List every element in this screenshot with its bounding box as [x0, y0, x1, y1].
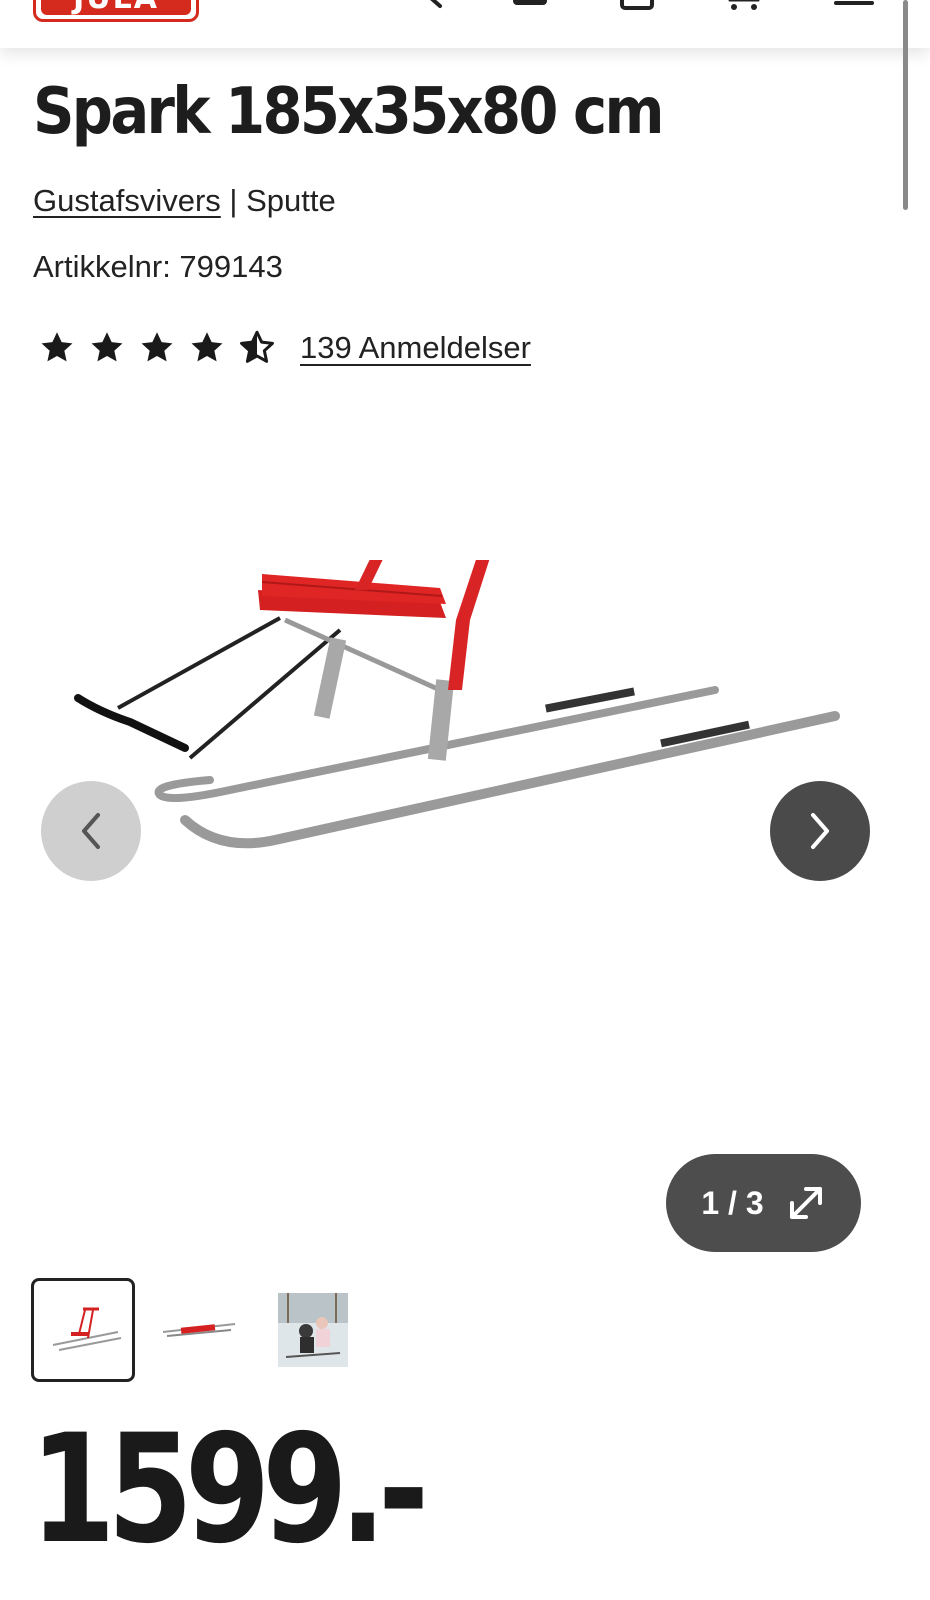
gallery-counter-button[interactable]: 1 / 3	[666, 1154, 861, 1252]
cart-icon[interactable]	[722, 0, 768, 12]
gallery-prev-button[interactable]	[41, 781, 141, 881]
brand-line: Gustafsvivers | Sputte	[33, 183, 336, 219]
kicksled-snow-thumbnail	[278, 1293, 348, 1367]
scrollbar[interactable]	[903, 0, 908, 210]
star-full-icon	[191, 332, 223, 362]
thumbnail-strip	[31, 1278, 363, 1382]
star-rating	[38, 330, 276, 366]
kicksled-side-thumbnail	[52, 1307, 122, 1351]
product-gallery[interactable]: 1 / 3	[0, 430, 930, 1270]
thumbnail-3[interactable]	[263, 1280, 363, 1380]
product-title: Spark 185x35x80 cm	[33, 75, 665, 149]
star-half-icon	[240, 330, 274, 363]
site-header: JULA	[0, 0, 930, 48]
thumbnail-2[interactable]	[149, 1280, 249, 1380]
star-full-icon	[141, 332, 173, 362]
brand-link[interactable]: Gustafsvivers	[33, 183, 221, 218]
jula-logo[interactable]: JULA	[33, 0, 199, 22]
search-icon[interactable]	[410, 0, 450, 10]
brand-separator: |	[220, 183, 247, 218]
rating-row[interactable]: 139 Anmeldelser	[38, 330, 531, 366]
thumbnail-1[interactable]	[31, 1278, 135, 1382]
category-label: Sputte	[246, 183, 336, 218]
kicksled-flat-thumbnail	[162, 1323, 236, 1337]
star-full-icon	[91, 332, 123, 362]
star-full-icon	[41, 332, 73, 362]
chevron-left-icon	[82, 813, 100, 849]
image-counter: 1 / 3	[701, 1184, 764, 1221]
expand-icon	[789, 1187, 822, 1219]
wishlist-icon[interactable]	[617, 0, 657, 12]
reviews-link[interactable]: 139 Anmeldelser	[300, 330, 531, 366]
article-number: Artikkelnr: 799143	[33, 249, 283, 284]
gallery-next-button[interactable]	[770, 781, 870, 881]
chevron-right-icon	[811, 813, 829, 849]
account-icon[interactable]	[510, 0, 550, 10]
menu-icon[interactable]	[834, 0, 874, 10]
logo-text: JULA	[41, 0, 191, 15]
price: 1599.-	[30, 1403, 429, 1577]
